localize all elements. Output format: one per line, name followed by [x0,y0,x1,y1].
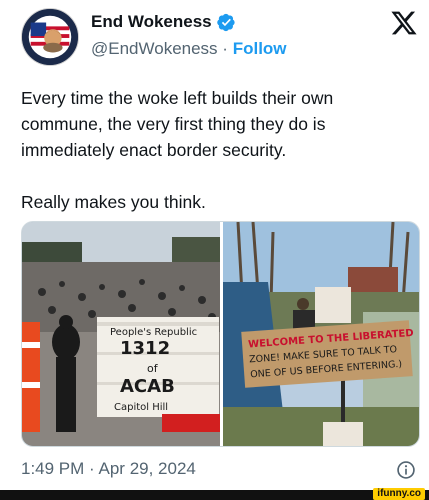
tweet-media[interactable]: People's Republic 1312 of ACAB Capitol H… [21,221,420,447]
author-handle-row: @EndWokeness · Follow [91,39,287,59]
info-icon[interactable] [396,460,416,480]
verified-badge-icon [216,13,235,31]
tweet-time: 1:49 PM [21,459,85,478]
left-sign-line5: Capitol Hill [114,402,168,413]
author-handle[interactable]: @EndWokeness [91,39,218,58]
avatar[interactable] [21,8,79,66]
follow-button[interactable]: Follow [233,39,287,58]
left-sign-line4: ACAB [120,376,175,397]
tweet-text-body: Every time the woke left builds their ow… [21,88,334,160]
media-photo-right[interactable]: WELCOME TO THE LIBERATED ZONE! MAKE SURE… [223,222,419,446]
handle-separator: · [222,39,228,58]
author-name-row: End Wokeness [91,12,236,32]
tweet-date: Apr 29, 2024 [98,459,196,478]
left-sign-line3: of [147,362,159,375]
media-photo-left[interactable]: People's Republic 1312 of ACAB Capitol H… [22,222,220,446]
x-logo-icon[interactable] [389,9,419,37]
footer-bar [0,490,429,500]
avatar-image [22,9,78,65]
tweet-header: End Wokeness @EndWokeness · Follow [0,0,429,72]
watermark-badge: ifunny.co [373,488,425,500]
author-display-name[interactable]: End Wokeness [91,12,212,32]
timestamp-separator: · [89,459,95,478]
left-sign-line1: People's Republic [110,327,197,338]
tweet-text-closing: Really makes you think. [21,192,206,212]
tweet-timestamp[interactable]: 1:49 PM · Apr 29, 2024 [21,459,196,479]
tweet-text: Every time the woke left builds their ow… [21,85,416,215]
left-sign-line2: 1312 [120,338,170,359]
